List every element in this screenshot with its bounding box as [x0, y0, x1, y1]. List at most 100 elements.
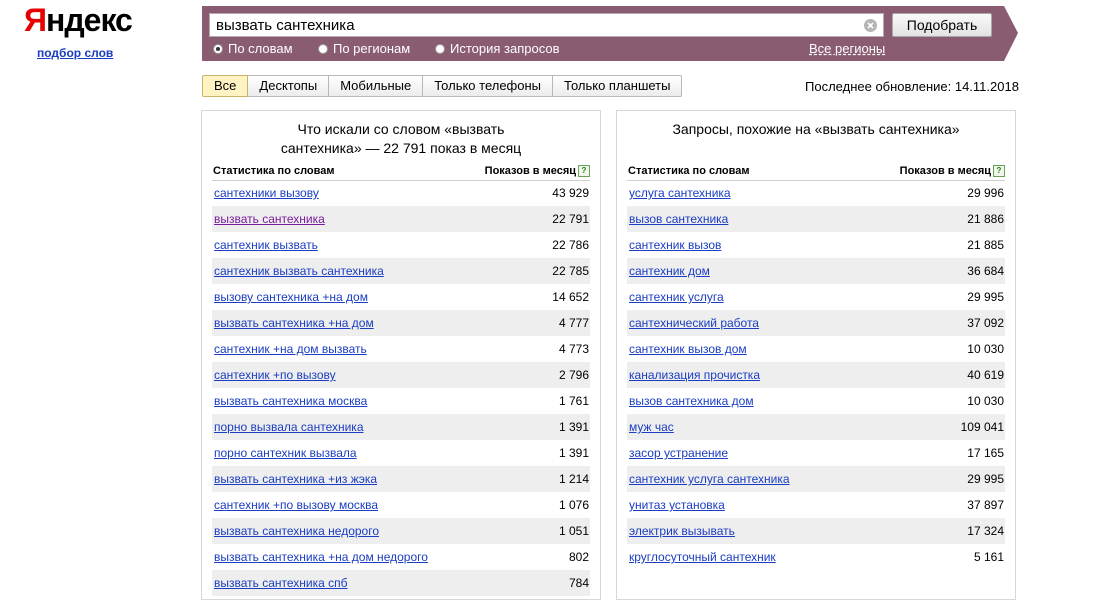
last-update-text: Последнее обновление: 14.11.2018: [805, 79, 1019, 94]
impressions-count: 22 791: [552, 212, 589, 226]
impressions-count: 37 897: [967, 498, 1004, 512]
column-header-words: Статистика по словам: [213, 165, 335, 177]
table-row: вызвать сантехника спб 784: [212, 570, 590, 596]
impressions-count: 17 165: [967, 446, 1004, 460]
keyword-link[interactable]: электрик вызывать: [629, 524, 735, 538]
column-header-label: Показов в месяц: [899, 165, 991, 177]
impressions-count: 43 929: [552, 186, 589, 200]
impressions-count: 17 324: [967, 524, 1004, 538]
keyword-link[interactable]: вызвать сантехника +на дом недорого: [214, 550, 428, 564]
table-row: вызвать сантехника недорого 1 051: [212, 518, 590, 544]
impressions-count: 1 391: [558, 420, 589, 434]
keyword-link[interactable]: вызвать сантехника недорого: [214, 524, 379, 538]
tab-all[interactable]: Все: [202, 75, 249, 97]
impressions-count: 802: [568, 550, 589, 564]
table-row: сантехник +по вызову 2 796: [212, 362, 590, 388]
help-icon[interactable]: ?: [578, 165, 590, 177]
keyword-link[interactable]: вызвать сантехника москва: [214, 394, 367, 408]
panel-title-line: Запросы, похожие на «вызвать сантехника»: [672, 121, 960, 137]
clear-icon[interactable]: [864, 19, 877, 32]
keyword-link[interactable]: сантехнический работа: [629, 316, 759, 330]
keyword-link[interactable]: вызов сантехника: [629, 212, 728, 226]
impressions-count: 5 161: [973, 550, 1004, 564]
table-row: сантехник вызов дом 10 030: [627, 336, 1005, 362]
keyword-link[interactable]: сантехник вызвать сантехника: [214, 264, 384, 278]
keyword-link[interactable]: унитаз установка: [629, 498, 725, 512]
column-header-label: Показов в месяц: [484, 165, 576, 177]
table-row: унитаз установка 37 897: [627, 492, 1005, 518]
table-row: сантехник вызов 21 885: [627, 232, 1005, 258]
keyword-link[interactable]: сантехник услуга сантехника: [629, 472, 790, 486]
search-bar: Подобрать По словам По регионам История …: [202, 6, 1018, 61]
radio-checked-icon: [213, 43, 223, 54]
impressions-count: 1 076: [558, 498, 589, 512]
radio-by-words[interactable]: По словам: [213, 41, 293, 56]
keyword-link[interactable]: сантехник +по вызову: [214, 368, 336, 382]
tab-desktops[interactable]: Десктопы: [248, 75, 330, 97]
keyword-link[interactable]: вызову сантехника +на дом: [214, 290, 368, 304]
impressions-count: 29 995: [967, 472, 1004, 486]
search-input[interactable]: [216, 16, 856, 34]
radio-label: История запросов: [450, 41, 560, 56]
table-row: услуга сантехника 29 996: [627, 180, 1005, 206]
keyword-link[interactable]: засор устранение: [629, 446, 728, 460]
tab-tablets-only[interactable]: Только планшеты: [553, 75, 683, 97]
keyword-link[interactable]: сантехник +по вызову москва: [214, 498, 378, 512]
keyword-link[interactable]: круглосуточный сантехник: [629, 550, 776, 564]
table-row: электрик вызывать 17 324: [627, 518, 1005, 544]
table-row: сантехник +на дом вызвать 4 773: [212, 336, 590, 362]
impressions-count: 4 773: [558, 342, 589, 356]
impressions-count: 14 652: [552, 290, 589, 304]
tab-phones-only[interactable]: Только телефоны: [423, 75, 554, 97]
keyword-link[interactable]: услуга сантехника: [629, 186, 731, 200]
table-row: сантехник услуга 29 995: [627, 284, 1005, 310]
keyword-link[interactable]: вызов сантехника дом: [629, 394, 754, 408]
keyword-link[interactable]: сантехник вызвать: [214, 238, 318, 252]
keyword-link[interactable]: сантехник вызов дом: [629, 342, 747, 356]
keyword-link[interactable]: вызвать сантехника +на дом: [214, 316, 374, 330]
table-row: сантехники вызову 43 929: [212, 180, 590, 206]
yandex-logo[interactable]: Яндекс: [24, 2, 133, 38]
radio-by-regions[interactable]: По регионам: [318, 41, 410, 56]
searched-with-word-panel: Что искали со словом «вызвать сантехника…: [201, 110, 601, 600]
impressions-count: 21 885: [967, 238, 1004, 252]
impressions-count: 10 030: [967, 394, 1004, 408]
impressions-count: 21 886: [967, 212, 1004, 226]
help-icon[interactable]: ?: [993, 165, 1005, 177]
radio-label: По словам: [228, 41, 293, 56]
logo-letter: Я: [24, 2, 47, 38]
table-row: вызвать сантехника +из жэка 1 214: [212, 466, 590, 492]
radio-unchecked-icon: [318, 43, 328, 54]
table-row: вызвать сантехника +на дом недорого 802: [212, 544, 590, 570]
keyword-link[interactable]: сантехник дом: [629, 264, 710, 278]
all-regions-link[interactable]: Все регионы: [809, 41, 885, 56]
keyword-link[interactable]: сантехник вызов: [629, 238, 721, 252]
keyword-link[interactable]: сантехник +на дом вызвать: [214, 342, 367, 356]
keyword-link[interactable]: порно сантехник вызвала: [214, 446, 357, 460]
keyword-link[interactable]: муж час: [629, 420, 674, 434]
keyword-link[interactable]: вызвать сантехника +из жэка: [214, 472, 377, 486]
table-row: вызов сантехника дом 10 030: [627, 388, 1005, 414]
radio-history[interactable]: История запросов: [435, 41, 560, 56]
wordstat-link[interactable]: подбор слов: [37, 46, 113, 60]
logo-text: ндекс: [46, 2, 133, 38]
keyword-link[interactable]: порно вызвала сантехника: [214, 420, 364, 434]
panel-title-line: сантехника» — 22 791 показ в месяц: [280, 140, 522, 156]
tab-mobile[interactable]: Мобильные: [329, 75, 424, 97]
keyword-link[interactable]: вызвать сантехника спб: [214, 576, 348, 590]
keyword-link[interactable]: вызвать сантехника: [214, 212, 325, 226]
table-row: сантехник +по вызову москва 1 076: [212, 492, 590, 518]
keyword-link[interactable]: канализация прочистка: [629, 368, 760, 382]
impressions-count: 40 619: [967, 368, 1004, 382]
search-button[interactable]: Подобрать: [892, 13, 992, 37]
impressions-count: 37 092: [967, 316, 1004, 330]
impressions-count: 1 051: [558, 524, 589, 538]
impressions-count: 1 761: [558, 394, 589, 408]
keyword-link[interactable]: сантехники вызову: [214, 186, 319, 200]
radio-unchecked-icon: [435, 43, 445, 54]
impressions-count: 1 391: [558, 446, 589, 460]
keyword-link[interactable]: сантехник услуга: [629, 290, 724, 304]
impressions-count: 36 684: [967, 264, 1004, 278]
impressions-count: 109 041: [960, 420, 1004, 434]
panel-title: Запросы, похожие на «вызвать сантехника»: [617, 120, 1015, 139]
